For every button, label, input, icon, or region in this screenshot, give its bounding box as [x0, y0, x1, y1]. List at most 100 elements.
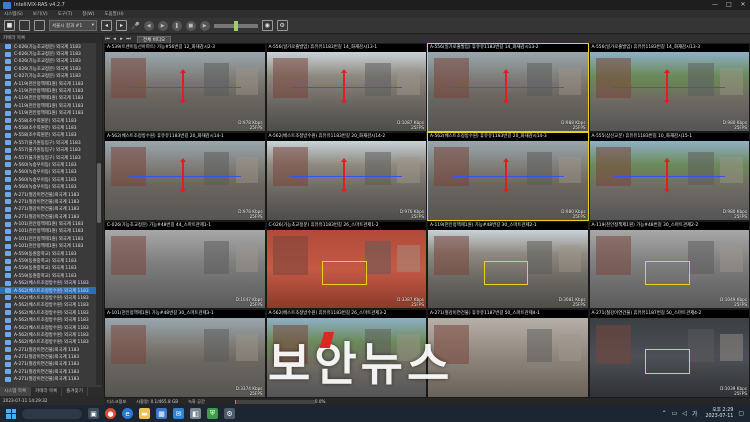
camera-list-item[interactable]: A-562(베스트조정방수원) 외국계 1183: [0, 280, 97, 287]
camera-list-item[interactable]: A-562(베스트조정방수원) 외국계 1183: [0, 331, 97, 338]
camera-list-item[interactable]: A-560(녹송우이동) 외국계 1183: [0, 161, 97, 168]
camera-list-item[interactable]: A-271(철강이연건물)외국계 1183: [0, 206, 97, 213]
camera-list-item[interactable]: C-026(가능초교정문) 외국계 1183: [0, 50, 97, 57]
camera-icon[interactable]: ■: [4, 20, 15, 31]
camera-list-item[interactable]: A-101(천안정책제1원) 외국계 1183: [0, 243, 97, 250]
camera-list-item[interactable]: A-271(철강이연건물)외국계 1183: [0, 376, 97, 383]
tab-favorites[interactable]: 즐겨찾기: [62, 387, 88, 396]
camera-list-item[interactable]: A-119(천안정책제1원) 외국계 1183: [0, 95, 97, 102]
close-button[interactable]: ✕: [736, 0, 750, 10]
taskbar-search[interactable]: [22, 408, 82, 419]
tab-last-icon[interactable]: ⏭: [125, 36, 132, 42]
video-tile[interactable]: A-539(트렌이동선아파트) 가능#56번길 12_화재감시2-3 D:978 …: [104, 43, 266, 132]
minimize-button[interactable]: —: [708, 0, 722, 10]
scrollbar-thumb[interactable]: [97, 163, 101, 223]
camera-list-item[interactable]: A-560(녹송우이동) 외국계 1183: [0, 176, 97, 183]
prev-view-icon[interactable]: ◂: [101, 20, 112, 31]
camera-list-item[interactable]: A-559(동원중학교) 외국계 1183: [0, 257, 97, 264]
chevron-up-icon[interactable]: ⌃: [662, 410, 667, 417]
camera-list-item[interactable]: A-559(동원중학교) 외국계 1183: [0, 265, 97, 272]
chrome-icon[interactable]: ●: [105, 408, 116, 419]
camera-list-item[interactable]: A-559(동원중학교) 외국계 1183: [0, 250, 97, 257]
layout-wide-icon[interactable]: [34, 20, 45, 31]
video-tile[interactable]: A-556(일가로출발입) 휴유유1183번길 14_화재감시13-1 D:108…: [265, 43, 427, 132]
network-icon[interactable]: ▭: [672, 410, 678, 417]
camera-list-scrollbar[interactable]: [96, 43, 102, 385]
tab-all-video[interactable]: 전체 비디오: [137, 35, 172, 43]
settings-app-icon[interactable]: ⚙: [224, 408, 235, 419]
mic-icon[interactable]: 🎤: [131, 20, 140, 31]
edge-icon[interactable]: e: [122, 408, 133, 419]
camera-list-item[interactable]: A-271(철강이연건물)외국계 1183: [0, 346, 97, 353]
camera-list-item[interactable]: C-026(가능초교정문) 외국계 1183: [0, 43, 97, 50]
settings-icon[interactable]: ⚙: [276, 20, 288, 31]
camera-list-item[interactable]: A-271(철강이연건물)외국계 1183: [0, 213, 97, 220]
windows-icon[interactable]: [6, 408, 16, 419]
store-icon[interactable]: ▦: [156, 408, 167, 419]
video-tile[interactable]: C-026(가능초교정문) 가능#48번길 44_스마트관제1-1 D:1047 …: [104, 220, 266, 310]
play-icon[interactable]: ▶: [157, 20, 168, 31]
camera-list-item[interactable]: A-119(천안정책제1원) 외국계 1183: [0, 80, 97, 87]
volume-icon[interactable]: ◁: [682, 410, 687, 417]
menu-help[interactable]: 도움말(H): [104, 11, 123, 17]
camera-list-item[interactable]: A-101(천안정책제1원) 외국계 1183: [0, 220, 97, 227]
volume-slider[interactable]: [213, 20, 258, 31]
camera-list-item[interactable]: A-558(조수희원문) 외국계 1183: [0, 124, 97, 131]
video-tile[interactable]: A-555(삼선교문) 휴유유1183번길 10_화재감시15-1 D:980 K…: [588, 131, 750, 221]
menu-system[interactable]: 시스템(S): [4, 11, 23, 17]
camera-list-item[interactable]: A-119(천안정책제1원) 외국계 1183: [0, 102, 97, 109]
camera-list-item[interactable]: A-558(조수희원문) 외국계 1183: [0, 132, 97, 139]
tab-first-icon[interactable]: ⏮: [104, 36, 111, 42]
camera-list-item[interactable]: A-560(녹송우이동) 외국계 1183: [0, 183, 97, 190]
explorer-icon[interactable]: ▬: [139, 408, 150, 419]
camera-list-item[interactable]: A-562(베스트조정방수원) 외국계 1183: [0, 316, 97, 323]
video-tile[interactable]: A-562(베스트조정방수원) 휴유유1183번길 20_화재감시14-3 D:9…: [427, 131, 589, 221]
camera-list-item[interactable]: A-271(철강이연건물)외국계 1183: [0, 191, 97, 198]
menu-view[interactable]: 보기(V): [33, 11, 48, 17]
next-view-icon[interactable]: ▸: [116, 20, 127, 31]
ime-icon[interactable]: 가: [692, 409, 698, 418]
camera-list-item[interactable]: A-557(울가원동입구) 외국계 1183: [0, 146, 97, 153]
video-tile[interactable]: A-556(일가로출발입) 휴유유1183번길 14_화재감시13-2 D:988…: [427, 43, 589, 132]
camera-list-item[interactable]: A-271(철강이연건물)외국계 1183: [0, 368, 97, 375]
camera-list-item[interactable]: A-119(천안정책제1원) 외국계 1183: [0, 87, 97, 94]
camera-list-item[interactable]: A-271(철강이연건물)외국계 1183: [0, 361, 97, 368]
video-tile[interactable]: A-562(베스트조정방수원) 휴유유1183번길 20_화재감시14-1 D:9…: [104, 131, 266, 221]
camera-list-item[interactable]: A-557(울가원동입구) 외국계 1183: [0, 154, 97, 161]
rewind-icon[interactable]: ◀: [143, 20, 154, 31]
video-tile[interactable]: A-119(천안정책제1원) 가능#48번길 30_스마트관제2-1 D:3081…: [427, 220, 589, 310]
camera-list-item[interactable]: A-562(베스트조정방수원) 외국계 1183: [0, 302, 97, 309]
view-select[interactable]: 서울시 청과 #1 ▾: [49, 20, 97, 31]
camera-list-item[interactable]: A-562(베스트조정방수원) 외국계 1183: [0, 339, 97, 346]
mail-icon[interactable]: ✉: [173, 408, 184, 419]
camera-list-item[interactable]: A-271(철강이연건물)외국계 1183: [0, 198, 97, 205]
camera-list-item[interactable]: A-562(베스트조정방수원) 외국계 1183: [0, 294, 97, 301]
menu-tools[interactable]: 도구(T): [58, 11, 73, 17]
video-tile[interactable]: A-271(철강이연건물) 휴유유1187번길 50_스마트관제4-2 D:103…: [588, 309, 750, 398]
camera-list-item[interactable]: C-026(가능초교정문) 외국계 1183: [0, 58, 97, 65]
camera-list-item[interactable]: A-101(천안정책제1원) 외국계 1183: [0, 228, 97, 235]
tab-system-list[interactable]: 시스템 목록: [0, 387, 32, 396]
notification-icon[interactable]: ▢: [738, 410, 744, 417]
menu-window[interactable]: 창(W): [82, 11, 94, 17]
pause-icon[interactable]: ❚: [171, 20, 182, 31]
video-tile[interactable]: A-119(천안정책제1원) 가능#48번길 30_스마트관제2-2 D:1049…: [588, 220, 750, 310]
layout-1-icon[interactable]: [19, 20, 30, 31]
shield-icon[interactable]: ⛨: [207, 408, 218, 419]
camera-list-item[interactable]: A-562(베스트조정방수원) 외국계 1183: [0, 309, 97, 316]
volume-slider-knob[interactable]: [233, 20, 238, 31]
video-tile[interactable]: A-562(베스트조정방수원) 휴유유1183번길 20_화재감시14-2 D:9…: [265, 131, 427, 221]
taskbar-clock[interactable]: 오후 2:29 2023-07-11: [705, 408, 733, 420]
video-tile[interactable]: A-101(천안정책제1원) 가능#48번길 30_스마트관제3-1 D:3374…: [104, 309, 266, 398]
app-icon[interactable]: ◧: [190, 408, 201, 419]
stop-icon[interactable]: ■: [185, 20, 196, 31]
camera-list-item[interactable]: A-562(베스트조정방수원) 외국계 1183: [0, 286, 97, 295]
camera-list-item[interactable]: A-557(울가원동입구) 외국계 1183: [0, 139, 97, 146]
tab-camera-list[interactable]: 카메라 목록: [31, 387, 63, 396]
camera-list-item[interactable]: A-119(천안정책제1원) 외국계 1183: [0, 110, 97, 117]
camera-list-item[interactable]: A-560(녹송우이동) 외국계 1183: [0, 169, 97, 176]
camera-list-item[interactable]: A-562(베스트조정방수원) 외국계 1183: [0, 324, 97, 331]
camera-list-item[interactable]: A-271(철강이연건물)외국계 1183: [0, 353, 97, 360]
video-tile[interactable]: C-026(가능초교정문) 휴유유1183번길 26_스마트관제1-2 D:338…: [265, 220, 427, 310]
task-view-icon[interactable]: ▣: [88, 408, 99, 419]
